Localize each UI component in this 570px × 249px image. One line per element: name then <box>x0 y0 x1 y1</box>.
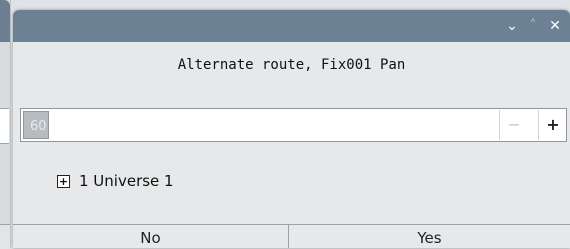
value-spinbox[interactable]: 60 − + <box>20 108 567 142</box>
background-window-edge <box>0 0 11 249</box>
dialog-titlebar[interactable]: ⌄ ˄ ✕ <box>13 10 570 42</box>
no-button[interactable]: No <box>13 224 289 248</box>
minimize-icon[interactable]: ⌄ <box>502 16 522 36</box>
expand-icon[interactable]: + <box>57 175 70 188</box>
yes-button[interactable]: Yes <box>289 224 570 248</box>
background-window-button <box>0 224 10 249</box>
dialog-message: Alternate route, Fix001 Pan <box>177 57 406 73</box>
background-window-titlebar <box>0 0 10 42</box>
dialog-window: ⌄ ˄ ✕ Alternate route, Fix001 Pan 60 − +… <box>13 10 570 248</box>
background-window-field <box>0 108 9 144</box>
maximize-icon[interactable]: ˄ <box>523 16 543 36</box>
decrement-button[interactable]: − <box>499 110 528 140</box>
spinbox-value-cell[interactable]: 60 <box>23 111 49 139</box>
close-icon[interactable]: ✕ <box>545 16 565 36</box>
spinbox-value: 60 <box>30 119 47 134</box>
increment-button[interactable]: + <box>538 110 567 140</box>
tree-item-label: 1 Universe 1 <box>79 172 174 190</box>
